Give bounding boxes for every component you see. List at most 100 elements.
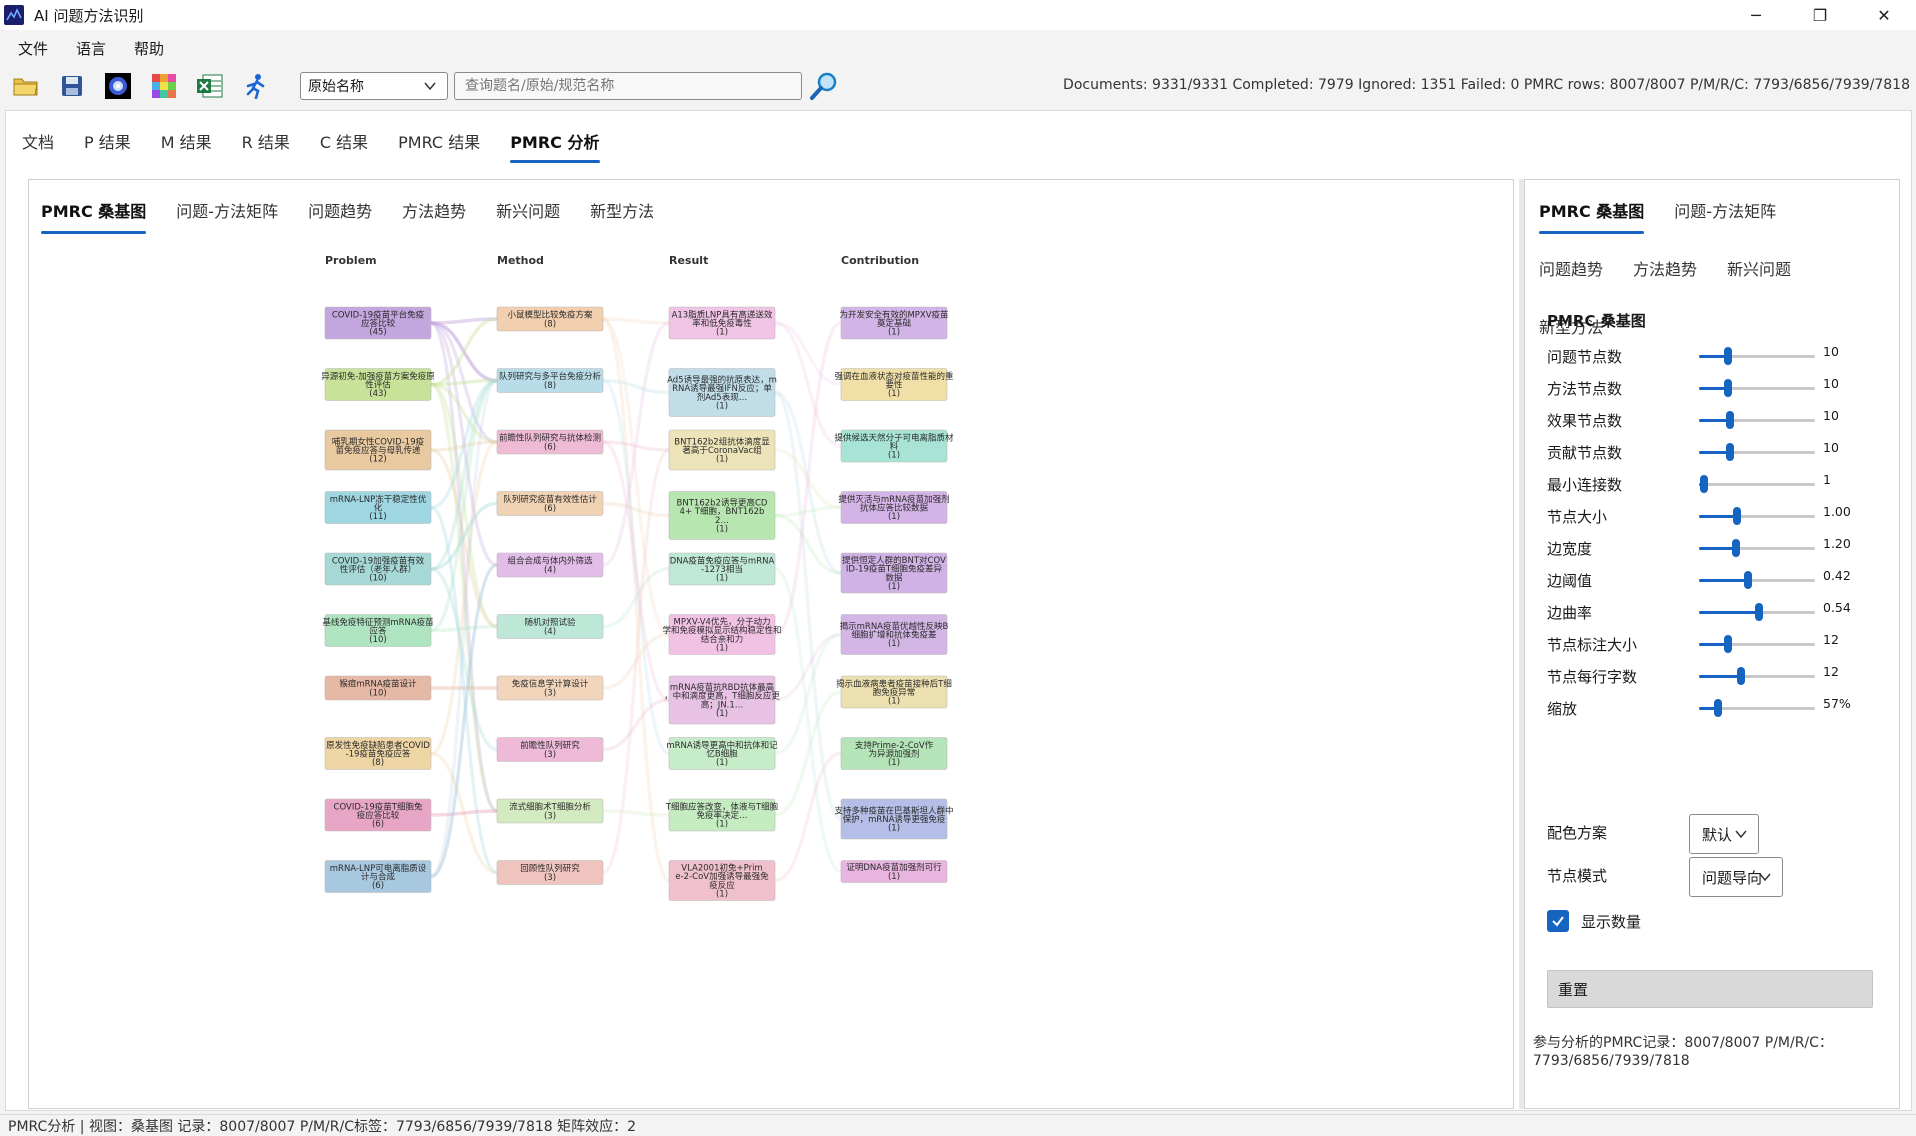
sphere-icon[interactable] <box>103 71 133 101</box>
settings-tab-problem-trend[interactable]: 问题趋势 <box>1539 256 1603 292</box>
sankey-node[interactable]: MPXV-V4优先，分子动力学和免疫模拟显示结构稳定性和结合亲和力(1) <box>662 614 782 655</box>
menu-file[interactable]: 文件 <box>18 38 48 59</box>
field-select[interactable]: 原始名称 <box>300 72 448 100</box>
sankey-node[interactable]: 随机对照试验(4) <box>496 614 604 639</box>
slider-thumb[interactable] <box>1755 603 1764 621</box>
minimize-button[interactable]: ─ <box>1724 0 1788 30</box>
sankey-node[interactable]: 提供恒定人群的BNT对COVID-19疫苗T细胞免疫差异数据(1) <box>840 552 948 594</box>
sankey-node[interactable]: 支持多种疫苗在巴基斯坦人群中保护，mRNA诱导更强免疫(1) <box>834 798 954 840</box>
sankey-node[interactable]: 猴痘mRNA疫苗设计(10) <box>324 675 432 701</box>
sankey-node[interactable]: 流式细胞术T细胞分析(3) <box>496 798 604 824</box>
sankey-node[interactable]: 回顾性队列研究(3) <box>496 860 604 885</box>
subtab-problem-trend[interactable]: 问题趋势 <box>308 198 372 234</box>
sankey-node[interactable]: T细胞应答改变，体液与T细胞免疫率决定…(1) <box>665 798 779 832</box>
tab-pmrc-results[interactable]: PMRC 结果 <box>398 129 480 163</box>
sankey-node[interactable]: 小鼠模型比较免疫方案(8) <box>496 306 604 332</box>
menu-language[interactable]: 语言 <box>76 38 106 59</box>
close-button[interactable]: ✕ <box>1852 0 1916 30</box>
sankey-node[interactable]: 证明DNA疫苗加强剂可行(1) <box>840 860 948 883</box>
sankey-node[interactable]: 队列研究与多平台免疫分析(8) <box>496 368 604 393</box>
setting-slider[interactable] <box>1699 666 1815 686</box>
tab-pmrc-analysis[interactable]: PMRC 分析 <box>510 129 600 163</box>
sankey-node[interactable]: BNT162b2组抗体滴度显著高于CoronaVac组(1) <box>668 429 776 471</box>
setting-slider[interactable] <box>1699 570 1815 590</box>
subtab-matrix[interactable]: 问题-方法矩阵 <box>176 198 278 234</box>
setting-slider[interactable] <box>1699 602 1815 622</box>
save-icon[interactable] <box>57 71 87 101</box>
slider-thumb[interactable] <box>1724 347 1732 365</box>
open-folder-icon[interactable] <box>11 71 41 101</box>
tab-m-results[interactable]: M 结果 <box>161 129 212 163</box>
runner-icon[interactable] <box>241 71 271 101</box>
sankey-node[interactable]: A13脂质LNP具有高递送效率和低免疫毒性(1) <box>668 306 776 340</box>
search-input[interactable] <box>454 72 802 100</box>
slider-thumb[interactable] <box>1713 699 1722 717</box>
sankey-node[interactable]: 支持Prime-2-CoV作为异源加强剂(1) <box>840 737 948 770</box>
sankey-node[interactable]: 前瞻性队列研究(3) <box>496 737 604 762</box>
sankey-node[interactable]: COVID-19疫苗T细胞免疫应答比较(6) <box>324 798 432 832</box>
tab-p-results[interactable]: P 结果 <box>84 129 131 163</box>
setting-slider[interactable] <box>1699 506 1815 526</box>
sankey-node[interactable]: DNA疫苗免疫应答与mRNA-1273相当(1) <box>668 552 776 586</box>
color-scheme-dropdown[interactable]: 默认 <box>1689 814 1759 854</box>
sankey-node[interactable]: COVID-19加强疫苗有效性评估（老年人群）(10) <box>324 552 432 586</box>
excel-icon[interactable] <box>195 71 225 101</box>
settings-tab-sankey[interactable]: PMRC 桑基图 <box>1539 198 1645 234</box>
sankey-node[interactable]: 哺乳期女性COVID-19疫苗免疫应答与母乳传递(12) <box>324 429 432 471</box>
sankey-node[interactable]: mRNA-LNP可电离脂质设计与合成(6) <box>324 860 432 893</box>
slider-thumb[interactable] <box>1724 635 1732 653</box>
slider-thumb[interactable] <box>1743 571 1752 589</box>
setting-slider[interactable] <box>1699 378 1815 398</box>
show-count-checkbox[interactable] <box>1547 910 1569 932</box>
tab-r-results[interactable]: R 结果 <box>242 129 290 163</box>
sankey-node[interactable]: 基线免疫特征预测mRNA疫苗应答(10) <box>322 614 434 647</box>
sankey-node[interactable]: 队列研究疫苗有效性估计(6) <box>496 491 604 516</box>
settings-tab-method-trend[interactable]: 方法趋势 <box>1633 256 1697 292</box>
slider-thumb[interactable] <box>1724 379 1732 397</box>
sankey-node[interactable]: 为开发安全有效的MPXV疫苗奠定基础(1) <box>839 306 949 340</box>
tab-documents[interactable]: 文档 <box>22 129 54 163</box>
setting-slider[interactable] <box>1699 442 1815 462</box>
setting-slider[interactable] <box>1699 698 1815 718</box>
maximize-button[interactable]: ❐ <box>1788 0 1852 30</box>
sankey-node[interactable]: mRNA-LNP冻干稳定性优化(11) <box>324 491 432 524</box>
setting-slider[interactable] <box>1699 474 1815 494</box>
sankey-node[interactable]: 原发性免疫缺陷患者COVID-19疫苗免疫应答(8) <box>324 737 432 770</box>
slider-thumb[interactable] <box>1699 475 1708 493</box>
sankey-node[interactable]: 异源初免-加强疫苗方案免疫原性评估(43) <box>321 368 435 401</box>
sankey-node[interactable]: 强调在血液状态对疫苗性能的重要性(1) <box>834 368 954 401</box>
subtab-novel-methods[interactable]: 新型方法 <box>590 198 654 234</box>
setting-slider[interactable] <box>1699 346 1815 366</box>
sankey-node[interactable]: mRNA疫苗抗RBD抗体最高，中和滴度更高，T细胞反应更高；JN.1…(1) <box>664 675 780 725</box>
palette-grid-icon[interactable] <box>149 71 179 101</box>
setting-slider[interactable] <box>1699 634 1815 654</box>
slider-thumb[interactable] <box>1732 539 1741 557</box>
sankey-node[interactable]: VLA2001初免+Prime-2-CoV加强诱导最强免疫反应(1) <box>668 860 776 901</box>
sankey-node[interactable]: 前瞻性队列研究与抗体检测(6) <box>496 429 604 455</box>
subtab-emerging-problems[interactable]: 新兴问题 <box>496 198 560 234</box>
subtab-sankey[interactable]: PMRC 桑基图 <box>41 198 147 234</box>
slider-thumb[interactable] <box>1726 411 1735 429</box>
sankey-node[interactable]: 揭示mRNA疫苗优越性反映B细胞扩增和抗体免疫差(1) <box>840 614 949 655</box>
sankey-node[interactable]: Ad5诱导最强的抗原表达，mRNA诱导最强IFN反应；单剂Ad5表现…(1) <box>667 368 777 417</box>
settings-tab-emerging-problems[interactable]: 新兴问题 <box>1727 256 1791 292</box>
subtab-method-trend[interactable]: 方法趋势 <box>402 198 466 234</box>
sankey-node[interactable]: BNT162b2诱导更高CD4+ T细胞，BNT162b2…(1) <box>668 491 776 540</box>
setting-slider[interactable] <box>1699 410 1815 430</box>
sankey-node[interactable]: 提供候选天然分子可电离脂质材料(1) <box>834 429 954 463</box>
node-mode-dropdown[interactable]: 问题导向 <box>1689 857 1783 897</box>
sankey-node[interactable]: 组合合成与体内外筛选(4) <box>496 552 604 578</box>
slider-thumb[interactable] <box>1726 443 1735 461</box>
setting-slider[interactable] <box>1699 538 1815 558</box>
sankey-node[interactable]: 提供灭活与mRNA疫苗加强剂抗体应答比较数据(1) <box>838 491 950 524</box>
sankey-node[interactable]: COVID-19疫苗平台免疫应答比较(45) <box>324 306 432 340</box>
search-icon[interactable] <box>808 70 840 102</box>
slider-thumb[interactable] <box>1736 667 1745 685</box>
slider-thumb[interactable] <box>1733 507 1742 525</box>
sankey-node[interactable]: mRNA诱导更高中和抗体和记忆B细胞(1) <box>666 737 778 770</box>
reset-button[interactable]: 重置 <box>1547 970 1873 1008</box>
sankey-node[interactable]: 揭示血液病患者疫苗接种后T细胞免疫异常(1) <box>836 675 952 709</box>
tab-c-results[interactable]: C 结果 <box>320 129 368 163</box>
settings-tab-matrix[interactable]: 问题-方法矩阵 <box>1674 198 1776 234</box>
menu-help[interactable]: 帮助 <box>134 38 164 59</box>
